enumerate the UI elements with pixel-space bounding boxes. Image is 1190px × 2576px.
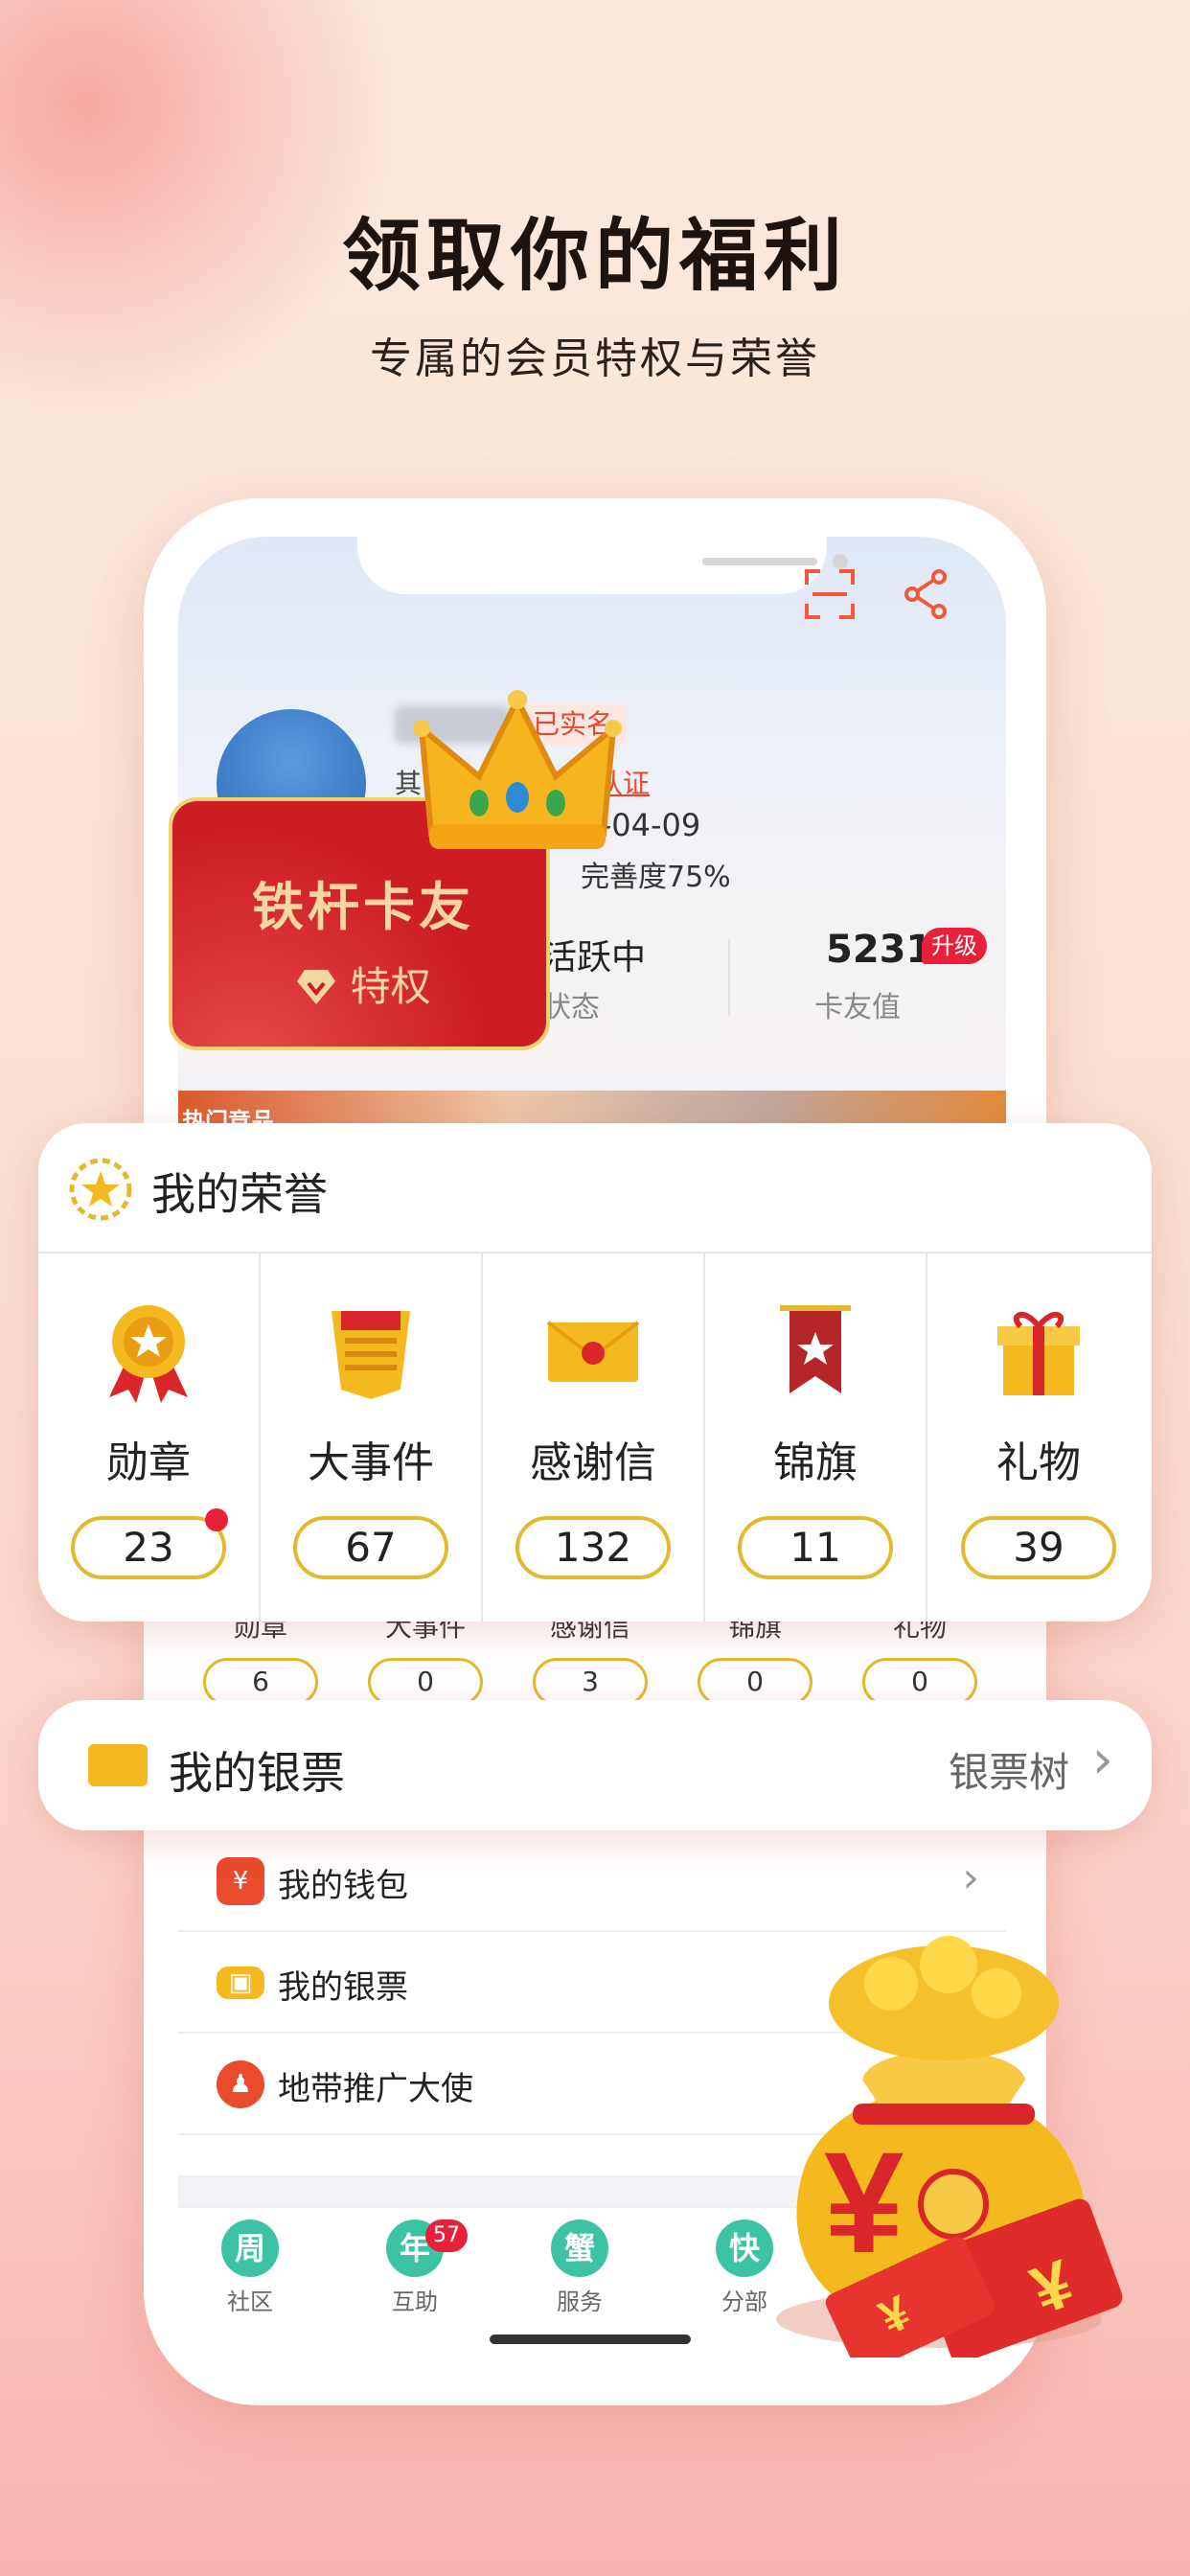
honor-count: 39	[961, 1516, 1116, 1579]
bg-honor-medal[interactable]: 勋章 6	[178, 1610, 343, 1706]
points-label: 卡友值	[814, 991, 901, 1024]
laurel-star-icon	[69, 1158, 132, 1221]
medal-icon	[109, 1305, 188, 1403]
tab-mutual-aid[interactable]: 年 57 互助	[343, 2220, 487, 2316]
tab-badge: 57	[425, 2220, 468, 2252]
honor-event[interactable]: 大事件 67	[261, 1254, 483, 1622]
bg-honor-banner[interactable]: 锦旗 0	[673, 1610, 837, 1706]
honor-gift[interactable]: 礼物 39	[927, 1254, 1150, 1622]
event-scroll-icon	[332, 1311, 410, 1399]
gift-icon	[997, 1312, 1080, 1395]
honor-pennant[interactable]: 锦旗 11	[705, 1254, 927, 1622]
chevron-right-icon: ›	[962, 1853, 979, 1902]
privilege-title: 铁杆卡友	[252, 877, 474, 937]
service-icon: 蟹	[551, 2220, 608, 2277]
honor-count: 11	[738, 1516, 893, 1579]
page-subtitle: 专属的会员特权与荣誉	[370, 334, 820, 383]
honors-panel: 我的荣誉 勋章 23 大事件 67 感谢信 132 锦旗 11 礼物 39	[38, 1123, 1152, 1622]
upgrade-badge[interactable]: 升级	[922, 928, 987, 964]
honor-count: 67	[293, 1516, 448, 1579]
share-icon[interactable]	[899, 567, 952, 621]
ticket-icon: ▣	[217, 1966, 264, 1999]
honor-thanks-letter[interactable]: 感谢信 132	[483, 1254, 705, 1622]
divider	[728, 939, 730, 1016]
honors-title: 我的荣誉	[151, 1168, 328, 1220]
active-status: 活跃中	[542, 938, 647, 978]
bg-honor-event[interactable]: 大事件 0	[343, 1610, 508, 1706]
honor-medal[interactable]: 勋章 23	[38, 1254, 261, 1622]
notification-dot	[205, 1508, 228, 1531]
honors-header: 我的荣誉	[38, 1123, 1152, 1254]
privilege-subtitle: 特权	[172, 954, 554, 1013]
ambassador-icon: ♟	[217, 2060, 264, 2108]
tab-service[interactable]: 蟹 服务	[508, 2220, 652, 2316]
bg-honor-gift[interactable]: 礼物 0	[837, 1610, 1002, 1706]
phone-notch	[357, 537, 848, 594]
ticket-title: 我的银票	[169, 1747, 345, 1799]
honor-count: 23	[71, 1508, 228, 1579]
bg-honor-letter[interactable]: 感谢信 3	[508, 1610, 673, 1706]
home-indicator	[490, 2334, 691, 2344]
list-item-wallet[interactable]: ¥ 我的钱包 ›	[178, 1830, 1006, 1932]
ticket-tree-link[interactable]: 银票树	[949, 1740, 1069, 1799]
diamond-icon	[295, 963, 350, 1010]
envelope-icon	[546, 1321, 640, 1382]
page-title: 领取你的福利	[341, 211, 848, 302]
tab-community[interactable]: 周 社区	[178, 2220, 322, 2316]
ticket-icon	[88, 1744, 148, 1786]
wallet-icon: ¥	[217, 1857, 264, 1905]
honor-count: 132	[515, 1516, 671, 1579]
chevron-right-icon: ›	[1091, 1729, 1113, 1791]
money-bag-icon: ¥ ¥ ¥	[776, 1936, 1123, 2358]
community-icon: 周	[221, 2220, 279, 2277]
pennant-icon	[780, 1305, 851, 1393]
speaker	[702, 558, 817, 565]
scan-icon[interactable]	[803, 567, 857, 621]
svg-text:¥: ¥	[824, 2122, 904, 2283]
crown-icon	[413, 690, 622, 849]
points-value: 5231	[826, 928, 933, 972]
silver-ticket-panel[interactable]: 我的银票 银票树 ›	[38, 1700, 1152, 1830]
honors-row-background: 勋章 6 大事件 0 感谢信 3 锦旗 0 礼物 0	[178, 1610, 1006, 1706]
